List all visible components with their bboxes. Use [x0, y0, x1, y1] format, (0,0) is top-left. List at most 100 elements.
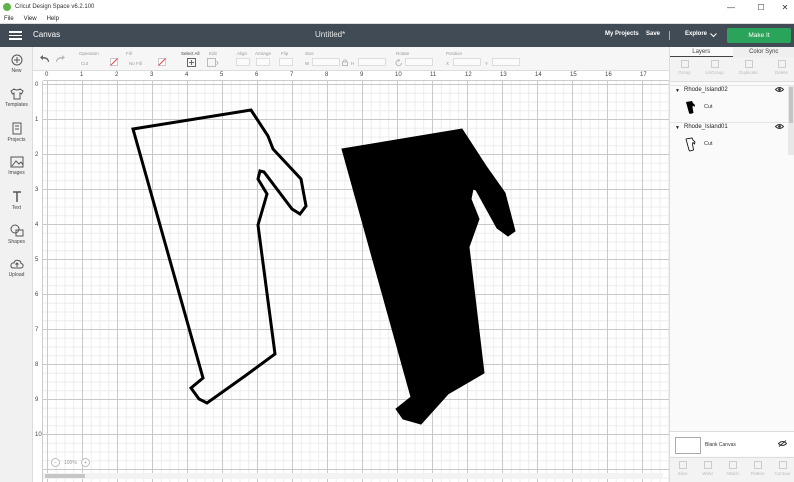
operation-label: Operation: [79, 51, 99, 56]
ruler-tick-label: 11: [430, 72, 437, 78]
weld-button[interactable]: Weld: [695, 461, 720, 476]
design-canvas[interactable]: − 100% +: [43, 81, 669, 482]
rhode-island-filled-shape[interactable]: [341, 128, 516, 425]
title-bar: Cricut Design Space v6.2.100 — ☐ ✕: [0, 0, 794, 14]
duplicate-label: Duplicate: [739, 70, 758, 75]
my-projects-link[interactable]: My Projects: [605, 31, 639, 37]
rotate-input[interactable]: [405, 58, 433, 66]
bottom-actions: Slice Weld Attach Flatten Contour: [670, 457, 794, 482]
fill-select[interactable]: No Fill: [129, 61, 142, 66]
undo-icon[interactable]: [40, 55, 50, 63]
minimize-button[interactable]: —: [716, 0, 746, 14]
hamburger-menu-icon[interactable]: [9, 31, 22, 40]
menu-bar: File View Help: [0, 14, 794, 24]
width-input[interactable]: [312, 58, 340, 66]
blank-canvas-thumbnail: [675, 437, 701, 454]
collapse-triangle-icon[interactable]: ▼: [675, 125, 680, 131]
explore-link[interactable]: Explore: [685, 31, 707, 37]
ruler-tick-label: 2: [115, 72, 119, 78]
x-input[interactable]: [453, 58, 481, 66]
flip-dropdown[interactable]: [279, 58, 293, 66]
image-icon: [10, 156, 23, 168]
select-all-label: Select All: [181, 51, 200, 56]
align-label: Align: [237, 51, 248, 56]
sidebar-item-label: Shapes: [8, 239, 25, 245]
group-name: Rhode_Island01: [684, 124, 728, 130]
group-button[interactable]: Group: [672, 60, 697, 75]
menu-view[interactable]: View: [24, 16, 37, 22]
app-logo-icon: [3, 3, 11, 11]
delete-label: Delete: [774, 70, 788, 75]
blank-canvas-row[interactable]: Blank Canvas: [670, 431, 794, 456]
ruler-tick-label: 2: [35, 152, 39, 158]
shirt-icon: [9, 88, 24, 100]
app-header: Canvas Untitled* My Projects Save Explor…: [0, 24, 794, 47]
flip-label: Flip: [281, 51, 289, 56]
menu-help[interactable]: Help: [47, 16, 59, 22]
layer-group-rhode-island01[interactable]: ▼ Rhode_Island01: [670, 122, 788, 132]
save-link[interactable]: Save: [646, 31, 660, 37]
sidebar-item-projects[interactable]: Projects: [0, 122, 33, 143]
fill-swatch-icon[interactable]: [158, 58, 166, 66]
select-all-icon[interactable]: [187, 58, 196, 67]
layer-group-rhode-island02[interactable]: ▼ Rhode_Island02: [670, 85, 788, 95]
align-dropdown[interactable]: [236, 58, 250, 66]
close-button[interactable]: ✕: [770, 0, 794, 14]
duplicate-button[interactable]: Duplicate: [736, 60, 761, 75]
layer-name: Cut: [704, 104, 713, 110]
delete-button[interactable]: Delete: [769, 60, 794, 75]
sidebar-item-images[interactable]: Images: [0, 156, 33, 176]
rhode-island-outline-shape[interactable]: [131, 108, 308, 405]
operation-select[interactable]: Cut: [81, 61, 88, 66]
sidebar-item-new[interactable]: New: [0, 54, 33, 74]
edit-toolbar: Operation Cut Fill No Fill Select All Ed…: [33, 47, 669, 71]
flatten-button[interactable]: Flatten: [745, 461, 770, 476]
eye-hidden-icon[interactable]: [778, 440, 787, 447]
slice-button[interactable]: Slice: [670, 461, 695, 476]
layers-scrollbar[interactable]: [788, 85, 794, 155]
eye-icon[interactable]: [775, 86, 784, 93]
tab-color-sync[interactable]: Color Sync: [732, 47, 794, 57]
lock-icon[interactable]: [342, 59, 348, 66]
attach-button[interactable]: Attach: [720, 461, 745, 476]
fill-label: Fill: [126, 51, 132, 56]
size-label: Size: [305, 51, 314, 56]
edit-tools-icon[interactable]: [207, 58, 219, 67]
app-window: Cricut Design Space v6.2.100 — ☐ ✕ File …: [0, 0, 794, 482]
linetype-swatch-icon[interactable]: [110, 58, 118, 66]
sidebar-item-upload[interactable]: Upload: [0, 258, 33, 278]
layer-row-cut[interactable]: Cut: [670, 96, 788, 120]
sidebar-item-templates[interactable]: Templates: [0, 88, 33, 108]
menu-file[interactable]: File: [4, 16, 14, 22]
y-label: Y: [485, 61, 489, 66]
ruler-tick-label: 4: [35, 222, 39, 228]
ruler-tick-label: 0: [45, 72, 49, 78]
ruler-tick-label: 16: [605, 72, 612, 78]
sidebar-item-text[interactable]: Text: [0, 190, 33, 211]
tab-layers[interactable]: Layers: [670, 47, 733, 57]
redo-icon[interactable]: [55, 55, 65, 63]
cloud-upload-icon: [9, 259, 24, 269]
zoom-in-button[interactable]: +: [80, 458, 90, 467]
horizontal-scrollbar[interactable]: [43, 473, 663, 479]
arrange-dropdown[interactable]: [256, 58, 270, 66]
group-label: Group: [678, 70, 691, 75]
sidebar-item-label: Upload: [8, 272, 25, 278]
ruler-tick-label: 14: [535, 72, 542, 78]
collapse-triangle-icon[interactable]: ▼: [675, 88, 680, 94]
height-input[interactable]: [358, 58, 386, 66]
make-it-button[interactable]: Make It: [727, 28, 791, 43]
zoom-out-button[interactable]: −: [51, 458, 60, 467]
sidebar-item-shapes[interactable]: Shapes: [0, 224, 33, 245]
ruler-tick-label: 12: [465, 72, 472, 78]
ungroup-button[interactable]: UnGroup: [702, 60, 727, 75]
chevron-down-icon[interactable]: [710, 33, 717, 38]
zoom-level: 100%: [64, 459, 77, 466]
left-sidebar: New Templates Projects Images Text Shape…: [0, 47, 33, 482]
contour-button[interactable]: Contour: [770, 461, 794, 476]
layer-row-cut[interactable]: Cut: [670, 133, 788, 157]
eye-icon[interactable]: [775, 123, 784, 130]
y-input[interactable]: [492, 58, 520, 66]
slice-icon: [678, 461, 687, 469]
layers-panel: Layers Color Sync Group UnGroup Duplicat…: [669, 47, 794, 482]
